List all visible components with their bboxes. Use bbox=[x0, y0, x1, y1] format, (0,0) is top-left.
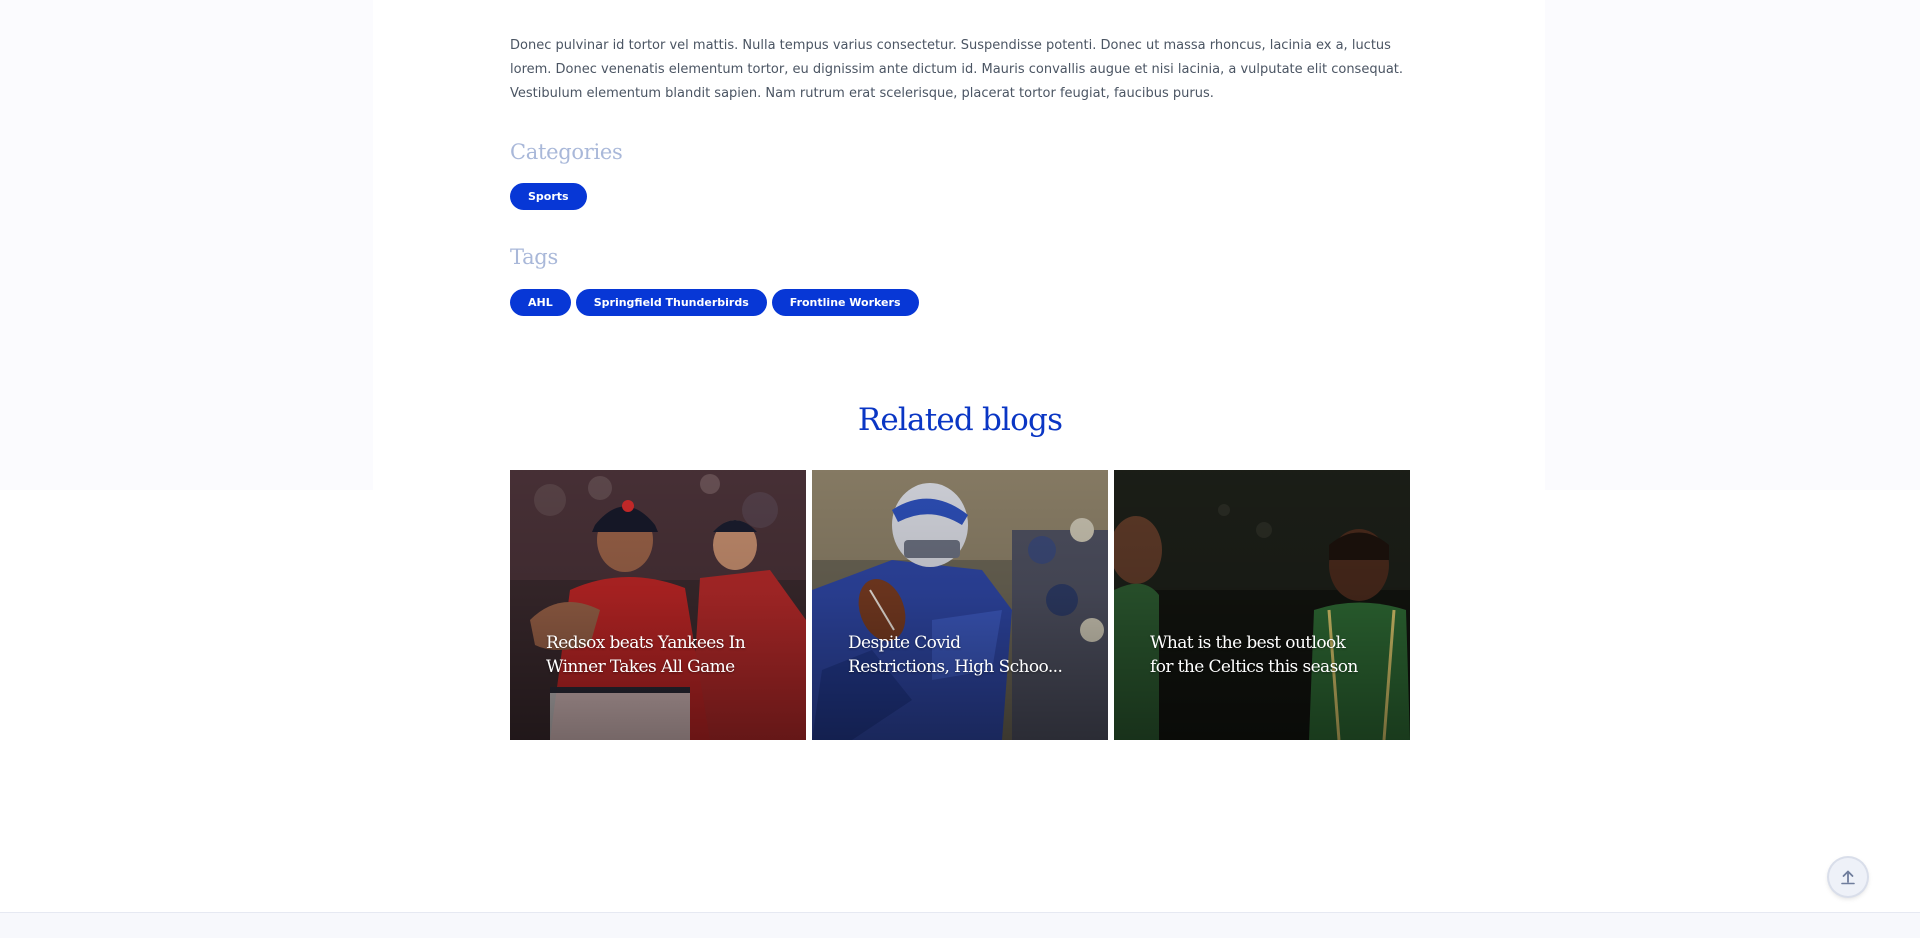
related-blog-title: What is the best outlook for the Celtics… bbox=[1150, 633, 1358, 677]
tags-heading: Tags bbox=[510, 245, 558, 269]
footer-edge bbox=[0, 912, 1920, 938]
card-overlay bbox=[1114, 470, 1410, 740]
related-blog-title: Redsox beats Yankees In Winner Takes All… bbox=[546, 633, 746, 677]
categories-heading: Categories bbox=[510, 140, 623, 164]
tag-chip-springfield-thunderbirds[interactable]: Springfield Thunderbirds bbox=[575, 289, 767, 316]
categories-list: Sports bbox=[510, 183, 587, 210]
tags-list: AHL Springfield Thunderbirds Frontline W… bbox=[510, 289, 919, 316]
related-blog-card-high-school[interactable]: Despite Covid Restrictions, High Schoo..… bbox=[812, 470, 1108, 740]
related-blog-title: Despite Covid Restrictions, High Schoo..… bbox=[848, 633, 1063, 677]
category-chip-sports[interactable]: Sports bbox=[510, 183, 587, 210]
related-blogs-heading: Related blogs bbox=[857, 402, 1063, 438]
card-overlay bbox=[812, 470, 1108, 740]
scroll-to-top-button[interactable] bbox=[1829, 858, 1867, 896]
tag-chip-frontline-workers[interactable]: Frontline Workers bbox=[771, 289, 919, 316]
related-blogs-grid: Redsox beats Yankees In Winner Takes All… bbox=[510, 470, 1410, 740]
tag-chip-ahl[interactable]: AHL bbox=[510, 289, 571, 316]
related-blog-card-celtics[interactable]: What is the best outlook for the Celtics… bbox=[1114, 470, 1410, 740]
related-blog-card-redsox[interactable]: Redsox beats Yankees In Winner Takes All… bbox=[510, 470, 806, 740]
arrow-up-icon bbox=[1841, 870, 1855, 885]
article-intro-paragraph: Donec pulvinar id tortor vel mattis. Nul… bbox=[510, 38, 1404, 101]
card-overlay bbox=[510, 470, 806, 740]
